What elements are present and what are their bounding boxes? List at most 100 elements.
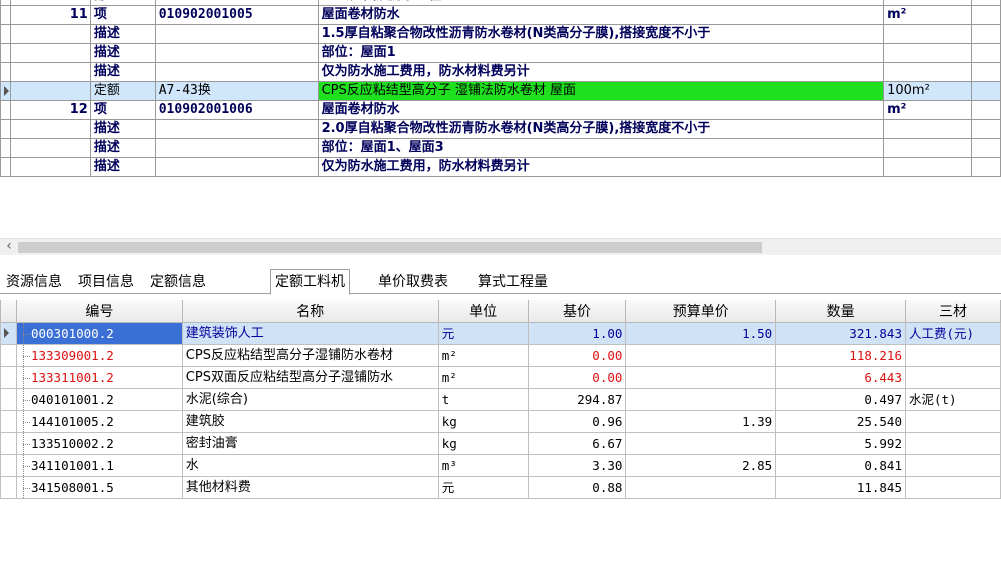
header-code[interactable]: 编号 (15, 300, 183, 323)
material-row[interactable]: 341101001.1 水 m³ 3.30 2.85 0.841 (0, 453, 1001, 477)
material-code[interactable]: 000301000.2 (15, 321, 183, 345)
material-row[interactable]: 133510002.2 密封油膏 kg 6.67 5.992 (0, 431, 1001, 455)
material-code[interactable]: 133311001.2 (15, 365, 183, 389)
horizontal-scrollbar[interactable]: ‹ (0, 238, 1001, 255)
material-name[interactable]: 建筑胶 (181, 409, 439, 433)
row-indicator[interactable] (0, 138, 11, 158)
scroll-left-icon[interactable]: ‹ (2, 239, 16, 254)
material-unit[interactable]: m³ (437, 453, 529, 477)
material-code[interactable]: 341508001.5 (15, 475, 183, 499)
item-row[interactable]: 描述 仅为防水施工费用，防水材料费另计 (0, 157, 1001, 177)
material-row[interactable]: 133309001.2 CPS反应粘结型高分子湿铺防水卷材 m² 0.00 118.21… (0, 343, 1001, 367)
item-code[interactable] (154, 119, 319, 139)
material-name[interactable]: 密封油膏 (181, 431, 439, 455)
item-code[interactable]: 010902001005 (154, 5, 319, 25)
material-category[interactable] (904, 343, 1001, 367)
material-category[interactable]: 人工费(元) (904, 321, 1001, 345)
material-name[interactable]: CPS双面反应粘结型高分子湿铺防水 (181, 365, 439, 389)
material-unit[interactable]: kg (437, 431, 529, 455)
material-budget-price[interactable] (625, 475, 777, 499)
tab-formula-quantity[interactable]: 算式工程量 (474, 271, 552, 293)
material-quantity[interactable]: 118.216 (775, 343, 906, 367)
material-category[interactable] (904, 453, 1001, 477)
material-category[interactable] (904, 475, 1001, 499)
row-indicator[interactable] (0, 81, 11, 101)
row-indicator[interactable] (0, 409, 17, 433)
material-quantity[interactable]: 11.845 (775, 475, 906, 499)
material-quantity[interactable]: 5.992 (775, 431, 906, 455)
material-base-price[interactable]: 6.67 (527, 431, 627, 455)
row-indicator[interactable] (0, 387, 17, 411)
header-budget-price[interactable]: 预算单价 (625, 300, 777, 323)
material-name[interactable]: 水泥(综合) (181, 387, 439, 411)
row-indicator[interactable] (0, 24, 11, 44)
row-indicator[interactable] (0, 343, 17, 367)
material-unit[interactable]: m² (437, 343, 529, 367)
material-row[interactable]: 144101005.2 建筑胶 kg 0.96 1.39 25.540 (0, 409, 1001, 433)
item-code[interactable] (154, 157, 319, 177)
row-indicator[interactable] (0, 119, 11, 139)
material-budget-price[interactable]: 1.50 (625, 321, 777, 345)
tab-quota-info[interactable]: 定额信息 (146, 271, 210, 293)
material-row[interactable]: 040101001.2 水泥(综合) t 294.87 0.497 水泥(t) (0, 387, 1001, 411)
row-indicator[interactable] (0, 157, 11, 177)
item-code[interactable]: 010902001006 (154, 100, 319, 120)
item-row[interactable]: 描述 2.0厚自粘聚合物改性沥青防水卷材(N类高分子膜),搭接宽度不小于 (0, 119, 1001, 139)
material-budget-price[interactable] (625, 343, 777, 367)
material-name[interactable]: 其他材料费 (181, 475, 439, 499)
item-row[interactable]: 描述 部位：屋面1 (0, 43, 1001, 63)
material-code[interactable]: 144101005.2 (15, 409, 183, 433)
material-quantity[interactable]: 25.540 (775, 409, 906, 433)
row-indicator[interactable] (0, 100, 11, 120)
material-unit[interactable]: 元 (437, 321, 529, 345)
item-name[interactable]: 屋面卷材防水 (317, 100, 885, 120)
material-code[interactable]: 341101001.1 (15, 453, 183, 477)
item-row[interactable]: 11 项 010902001005 屋面卷材防水 m² (0, 5, 1001, 25)
material-row[interactable]: 133311001.2 CPS双面反应粘结型高分子湿铺防水 m² 0.00 6.443 (0, 365, 1001, 389)
material-base-price[interactable]: 0.00 (527, 365, 627, 389)
item-name[interactable]: 部位：屋面1 (317, 43, 885, 63)
row-indicator[interactable] (0, 431, 17, 455)
material-base-price[interactable]: 0.96 (527, 409, 627, 433)
item-code[interactable] (154, 62, 319, 82)
item-name[interactable]: 屋面卷材防水 (317, 5, 885, 25)
item-code[interactable] (154, 43, 319, 63)
item-name[interactable]: 部位：屋面1、屋面3 (317, 138, 885, 158)
material-budget-price[interactable] (625, 365, 777, 389)
material-unit[interactable]: m² (437, 365, 529, 389)
header-base-price[interactable]: 基价 (527, 300, 627, 323)
material-quantity[interactable]: 0.497 (775, 387, 906, 411)
header-quantity[interactable]: 数量 (775, 300, 906, 323)
item-code[interactable]: A7-43换 (154, 81, 319, 101)
row-indicator[interactable] (0, 43, 11, 63)
material-unit[interactable]: t (437, 387, 529, 411)
material-code[interactable]: 133309001.2 (15, 343, 183, 367)
header-unit[interactable]: 单位 (437, 300, 529, 323)
item-row[interactable]: 描述 部位：屋面1、屋面3 (0, 138, 1001, 158)
material-base-price[interactable]: 0.88 (527, 475, 627, 499)
row-indicator[interactable] (0, 365, 17, 389)
material-quantity[interactable]: 0.841 (775, 453, 906, 477)
material-quantity[interactable]: 321.843 (775, 321, 906, 345)
item-name[interactable]: 仅为防水施工费用，防水材料费另计 (317, 157, 885, 177)
item-code[interactable] (154, 24, 319, 44)
item-row[interactable]: 定额 A7-43换 CPS反应粘结型高分子 湿铺法防水卷材 屋面 100m² (0, 81, 1001, 101)
item-row[interactable]: 描述 仅为防水施工费用，防水材料费另计 (0, 62, 1001, 82)
tab-resource-info[interactable]: 资源信息 (2, 271, 66, 293)
material-name[interactable]: CPS反应粘结型高分子湿铺防水卷材 (181, 343, 439, 367)
row-indicator[interactable] (0, 475, 17, 499)
material-base-price[interactable]: 294.87 (527, 387, 627, 411)
row-indicator[interactable] (0, 321, 17, 345)
material-row[interactable]: 341508001.5 其他材料费元 0.88 11.845 (0, 475, 1001, 499)
item-row[interactable]: 描述 1.5厚自粘聚合物改性沥青防水卷材(N类高分子膜),搭接宽度不小于 (0, 24, 1001, 44)
header-name[interactable]: 名称 (181, 300, 439, 323)
header-material[interactable]: 三材 (904, 300, 1001, 323)
material-category[interactable] (904, 365, 1001, 389)
material-grid[interactable]: 编号 名称 单位 基价 预算单价 数量 三材 000301000.2 建筑装饰人工… (0, 300, 1001, 576)
tab-project-info[interactable]: 项目信息 (74, 271, 138, 293)
tab-quota-materials[interactable]: 定额工料机 (270, 269, 350, 295)
scrollbar-thumb[interactable] (18, 242, 762, 253)
material-code[interactable]: 040101001.2 (15, 387, 183, 411)
row-indicator[interactable] (0, 62, 11, 82)
material-budget-price[interactable]: 1.39 (625, 409, 777, 433)
